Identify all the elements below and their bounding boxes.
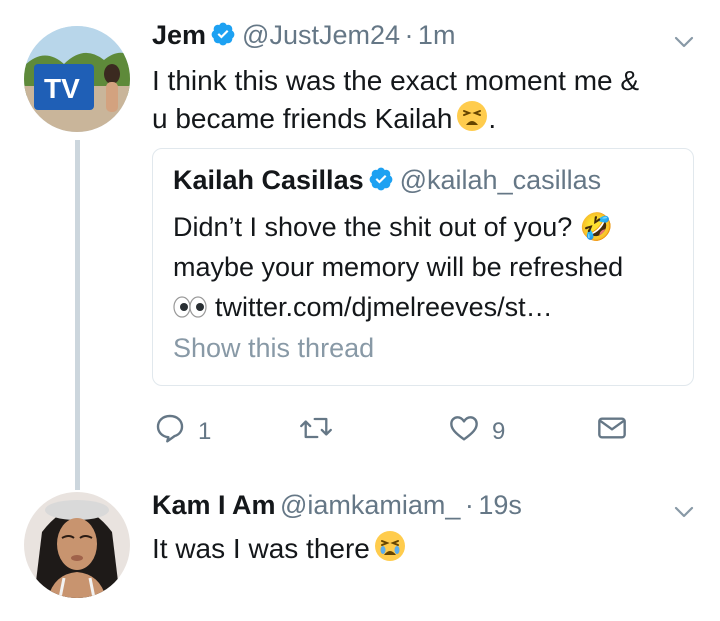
- quote-author-handle: @kailah_casillas: [399, 165, 602, 195]
- tweet2-text: It was I was there: [152, 530, 406, 572]
- tweet1-text-end: .: [488, 103, 497, 134]
- quote-text-line3-wrap: twitter.com/djmelreeves/st…: [173, 287, 683, 329]
- retweet-icon: [298, 412, 334, 451]
- tired-face-emoji-icon: [456, 100, 488, 142]
- tweet2-header: Kam I Am @iamkamiam_ · 19s: [152, 490, 522, 521]
- tweet2-author-name[interactable]: Kam I Am: [152, 490, 276, 520]
- avatar-jem[interactable]: TV: [24, 26, 130, 132]
- tweet1-text-line2: u became friends Kailah: [152, 103, 453, 134]
- direct-message-action[interactable]: [596, 412, 628, 451]
- quote-text: Didn’t I shove the shit out of you? 🤣 ma…: [173, 207, 683, 329]
- show-thread-link[interactable]: Show this thread: [173, 333, 374, 364]
- tweet1-text-line1: I think this was the exact moment me &: [152, 65, 640, 96]
- tweet2-separator: ·: [464, 490, 474, 520]
- reply-action[interactable]: 1: [154, 412, 211, 451]
- envelope-icon: [596, 412, 628, 451]
- like-count: 9: [492, 417, 506, 445]
- tweet2-timestamp[interactable]: 19s: [478, 490, 522, 520]
- like-action[interactable]: 9: [448, 412, 505, 451]
- reply-count: 1: [198, 417, 212, 445]
- eyes-emoji-icon: [173, 289, 207, 329]
- tweet2-text-content: It was I was there: [152, 533, 370, 564]
- tweet1-text-line2-wrap: u became friends Kailah.: [152, 100, 692, 142]
- reply-icon: [154, 412, 186, 451]
- tweet1-separator: ·: [404, 20, 414, 50]
- tweet1-header: Jem @JustJem24 · 1m: [152, 20, 455, 52]
- quote-header: Kailah Casillas @kailah_casillas: [173, 165, 601, 197]
- tweet1-more-chevron-icon[interactable]: [672, 30, 696, 59]
- quoted-tweet-card[interactable]: Kailah Casillas @kailah_casillas Didn’t I…: [152, 148, 694, 386]
- tweet2-more-chevron-icon[interactable]: [672, 500, 696, 529]
- crying-face-emoji-icon: [374, 530, 406, 572]
- quote-author-name: Kailah Casillas: [173, 165, 364, 195]
- tweet2-author-handle[interactable]: @iamkamiam_: [280, 490, 460, 520]
- quote-text-line2: maybe your memory will be refreshed: [173, 252, 624, 282]
- retweet-action[interactable]: [298, 412, 346, 451]
- tweet1-author-handle[interactable]: @JustJem24: [242, 20, 400, 50]
- thread-connector-line: [75, 140, 80, 490]
- verified-badge-icon: [368, 166, 394, 197]
- svg-text:TV: TV: [44, 73, 80, 104]
- tweet1-timestamp[interactable]: 1m: [418, 20, 456, 50]
- heart-icon: [448, 412, 480, 451]
- tweet1-author-name[interactable]: Jem: [152, 20, 206, 50]
- quote-text-line1: Didn’t I shove the shit out of you? 🤣: [173, 212, 614, 242]
- verified-badge-icon: [210, 21, 236, 52]
- tweet1-text: I think this was the exact moment me & u…: [152, 62, 692, 142]
- quote-link[interactable]: twitter.com/djmelreeves/st…: [215, 292, 553, 322]
- avatar-kam[interactable]: [24, 492, 130, 598]
